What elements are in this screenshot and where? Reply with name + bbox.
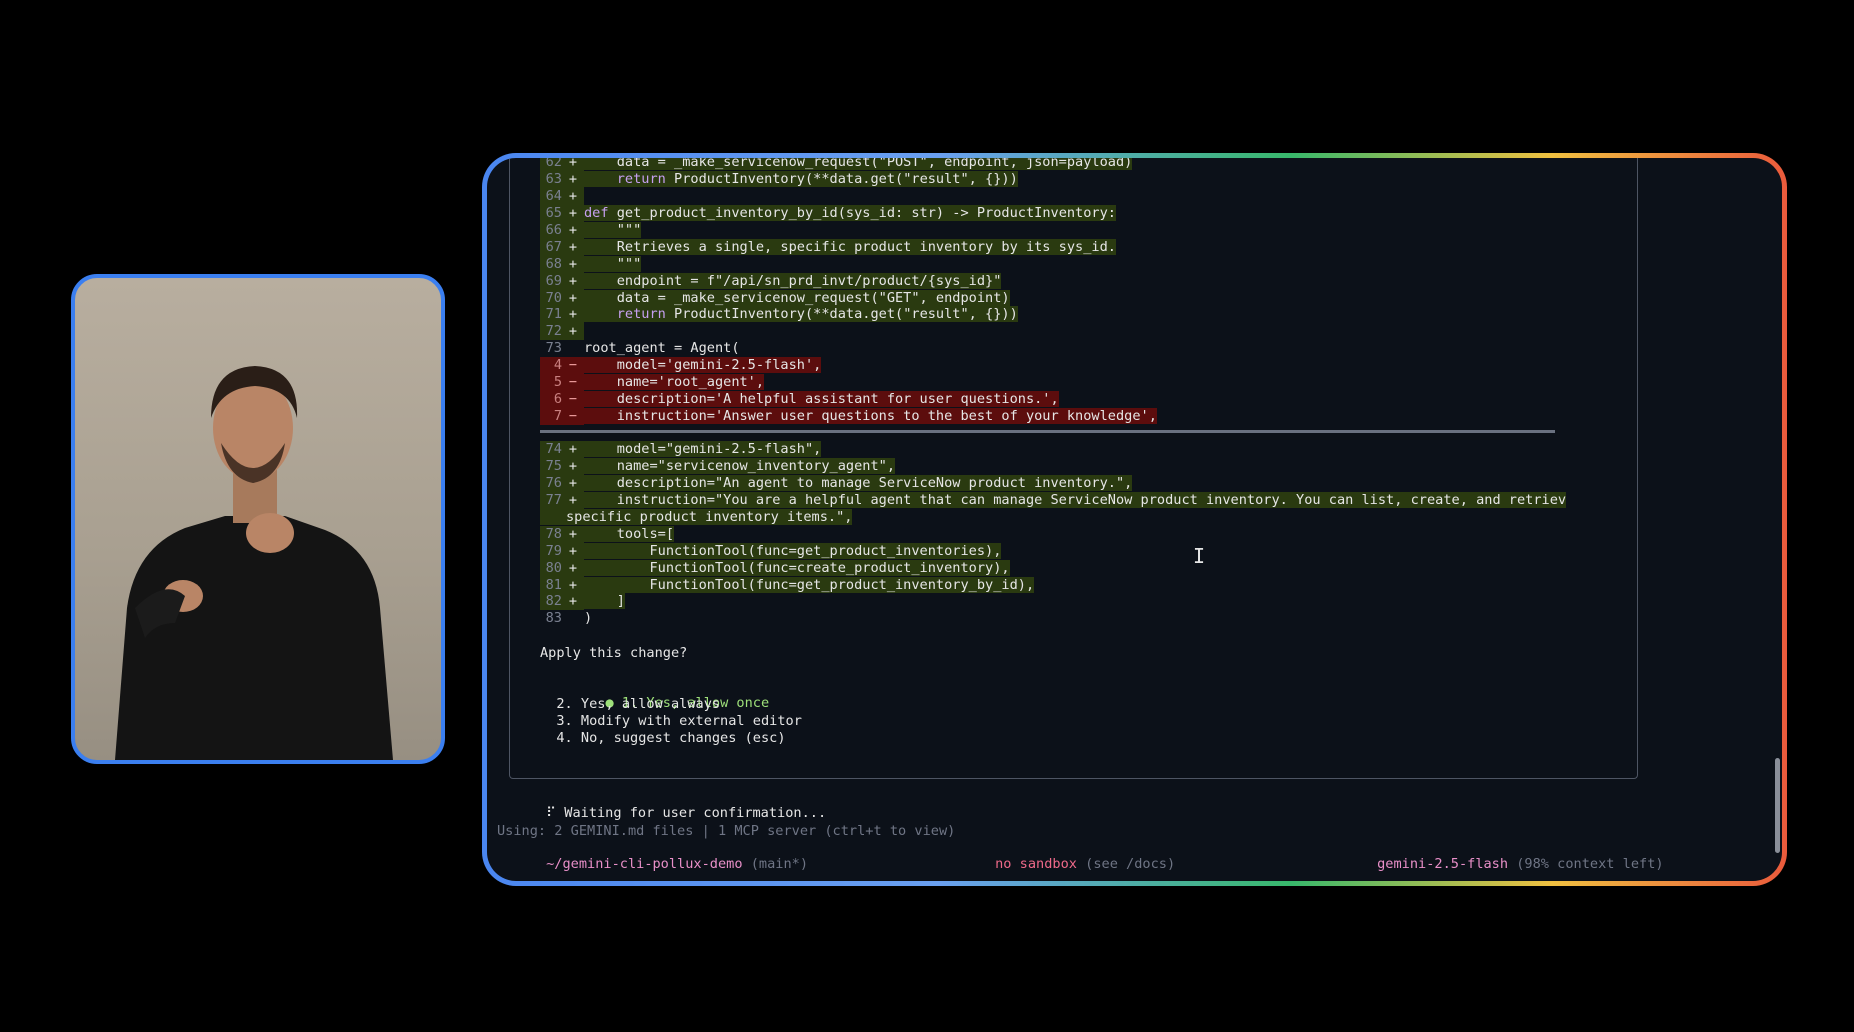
line-number: 75: [540, 457, 562, 475]
diff-line: 78 + tools=[: [540, 525, 1637, 543]
terminal-window[interactable]: 62 + data = _make_servicenow_request("POS…: [487, 158, 1782, 881]
terminal-scrollbar[interactable]: [1775, 758, 1780, 853]
model-name: gemini-2.5-flash: [1377, 856, 1509, 872]
line-number: 7: [540, 408, 562, 426]
terminal-window-frame: 62 + data = _make_servicenow_request("POS…: [482, 153, 1787, 886]
line-number: 78: [540, 525, 562, 543]
line-number: 6: [540, 391, 562, 409]
spinner-icon: ⠏: [546, 805, 557, 821]
diff-line: 73 root_agent = Agent(: [540, 340, 1637, 357]
diff-view: 62 + data = _make_servicenow_request("POS…: [540, 158, 1637, 627]
diff-line: 68 + """: [540, 255, 1637, 273]
line-number: 4: [540, 357, 562, 375]
diff-line: 64 +: [540, 187, 1637, 205]
diff-line: 83 ): [540, 610, 1637, 627]
diff-line: 72 +: [540, 323, 1637, 341]
line-number: 77: [540, 491, 562, 509]
option-external-editor[interactable]: 3. Modify with external editor: [540, 713, 802, 729]
line-number: 68: [540, 255, 562, 273]
text-cursor-icon: Ι: [1193, 544, 1206, 568]
diff-line: 79 + FunctionTool(func=get_product_invent…: [540, 542, 1637, 560]
diff-line: 75 + name="servicenow_inventory_agent",: [540, 457, 1637, 475]
diff-hunk-separator: [540, 430, 1555, 433]
line-number: 67: [540, 238, 562, 256]
interpreter-figure: [115, 366, 393, 760]
cwd-path: ~/gemini-cli-pollux-demo: [546, 856, 743, 872]
line-number: 69: [540, 272, 562, 290]
line-number: 76: [540, 474, 562, 492]
model-indicator: gemini-2.5-flash (98% context left): [1328, 840, 1664, 881]
interpreter-video-panel: [71, 274, 445, 764]
diff-line: 7− instruction='Answer user questions to…: [540, 408, 1637, 426]
line-number: 81: [540, 576, 562, 594]
sandbox-indicator: no sandbox (see /docs): [995, 856, 1176, 872]
context-files-info: Using: 2 GEMINI.md files | 1 MCP server …: [497, 823, 956, 839]
line-number: 71: [540, 306, 562, 324]
diff-confirmation-box: 62 + data = _make_servicenow_request("POS…: [509, 158, 1638, 779]
line-number: 63: [540, 170, 562, 188]
diff-line: specific product inventory items.",: [540, 508, 1637, 526]
option-suggest-changes[interactable]: 4. No, suggest changes (esc): [540, 730, 785, 746]
diff-line: 80 + FunctionTool(func=create_product_inv…: [540, 559, 1637, 577]
line-number: 74: [540, 441, 562, 458]
line-number: 83: [545, 610, 562, 627]
diff-line: 74 + model="gemini-2.5-flash",: [540, 441, 1637, 458]
line-number: 72: [540, 323, 562, 341]
line-number: 5: [540, 374, 562, 392]
context-left: (98% context left): [1516, 856, 1664, 872]
sandbox-status: no sandbox: [995, 856, 1077, 872]
diff-line: 66 + """: [540, 221, 1637, 239]
diff-line: 71 + return ProductInventory(**data.get("…: [540, 306, 1637, 324]
line-number: 80: [540, 559, 562, 577]
diff-line: 82 + ]: [540, 593, 1637, 611]
git-branch: (main*): [750, 856, 809, 872]
apply-change-question: Apply this change?: [540, 645, 688, 661]
diff-line: 4− model='gemini-2.5-flash',: [540, 357, 1637, 375]
diff-line: 5− name='root_agent',: [540, 374, 1637, 392]
line-number: 65: [540, 204, 562, 222]
diff-line: 69 + endpoint = f"/api/sn_prd_invt/produc…: [540, 272, 1637, 290]
line-number: 79: [540, 542, 562, 560]
diff-line: 65 + def get_product_inventory_by_id(sys_i…: [540, 204, 1637, 222]
line-number: 73: [545, 340, 562, 357]
diff-line: 70 + data = _make_servicenow_request("GET…: [540, 289, 1637, 307]
line-number: 62: [540, 158, 562, 171]
diff-line: 77 + instruction="You are a helpful agent…: [540, 491, 1637, 509]
line-number: 66: [540, 221, 562, 239]
diff-line: 81 + FunctionTool(func=get_product_invent…: [540, 576, 1637, 594]
diff-line: 63 + return ProductInventory(**data.get("…: [540, 170, 1637, 188]
diff-line: 6− description='A helpful assistant for …: [540, 391, 1637, 409]
option-allow-always[interactable]: 2. Yes, allow always: [540, 696, 720, 712]
diff-line: 76 + description="An agent to manage Serv…: [540, 474, 1637, 492]
line-number: 82: [540, 593, 562, 611]
line-number: 64: [540, 187, 562, 205]
line-number: 70: [540, 289, 562, 307]
diff-line: 62 + data = _make_servicenow_request("POS…: [540, 158, 1637, 171]
diff-line: 67 + Retrieves a single, specific product…: [540, 238, 1637, 256]
cwd-indicator: ~/gemini-cli-pollux-demo (main*): [497, 840, 808, 881]
